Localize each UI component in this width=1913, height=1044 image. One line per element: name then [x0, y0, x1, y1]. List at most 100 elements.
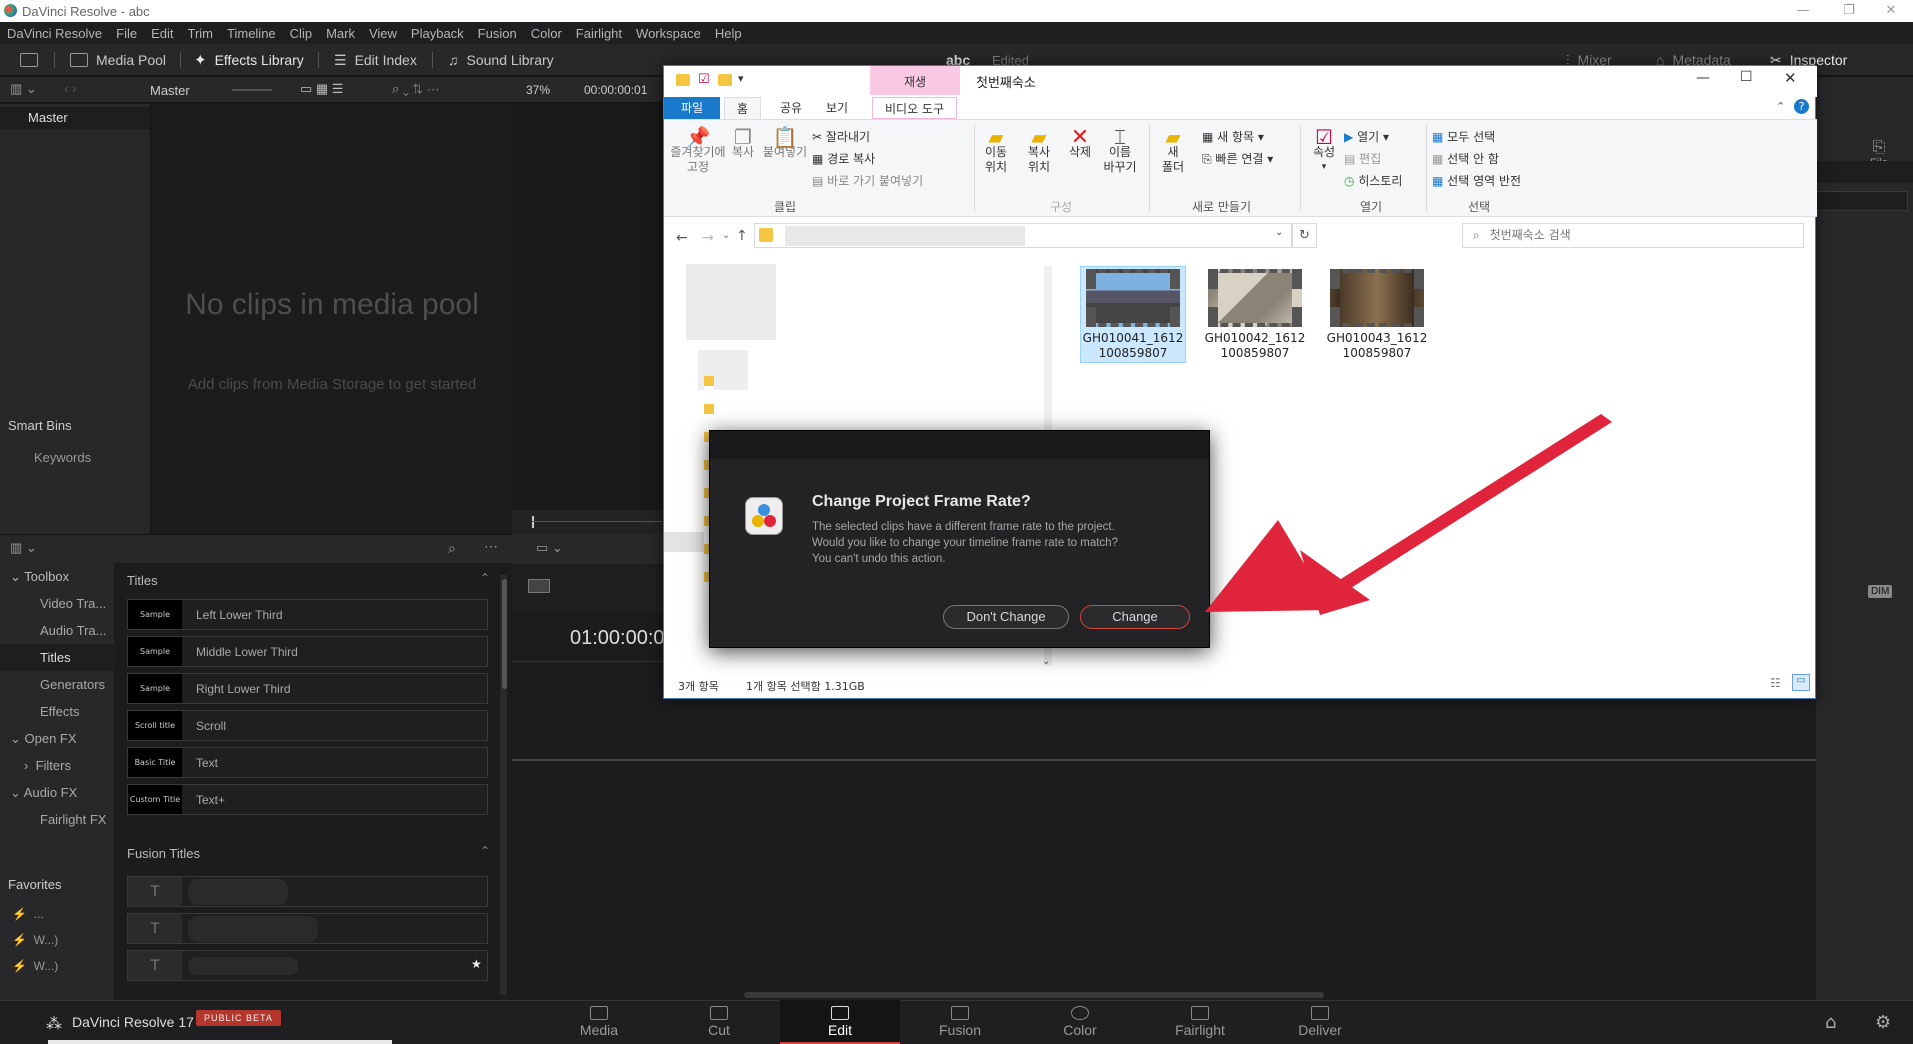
close-button[interactable]: ✕	[1868, 0, 1913, 22]
audio-fx-heading[interactable]: ⌄ Audio FX	[0, 779, 114, 806]
fusion-title-item[interactable]: T	[127, 913, 488, 944]
page-cut[interactable]: Cut	[659, 1000, 779, 1044]
toolbox-audio-transitions[interactable]: Audio Tra...	[0, 617, 114, 644]
menu-fusion[interactable]: Fusion	[471, 26, 524, 41]
filters-item[interactable]: › Filters	[0, 752, 114, 779]
favorite-item[interactable]: ⚡ W...)	[12, 959, 58, 973]
back-arrow-icon[interactable]: ←	[676, 230, 688, 246]
edit-index-button[interactable]: ☰ Edit Index	[334, 44, 417, 76]
open-button[interactable]: ▶ 열기 ▾	[1344, 128, 1389, 145]
invert-selection-button[interactable]: ▦ 선택 영역 반전	[1432, 172, 1521, 189]
menu-color[interactable]: Color	[524, 26, 569, 41]
menu-edit[interactable]: Edit	[144, 26, 180, 41]
viewer-scrubber[interactable]	[512, 510, 664, 534]
menu-workspace[interactable]: Workspace	[629, 26, 708, 41]
search-box[interactable]: ⌕ 첫번째숙소 검색	[1462, 223, 1804, 248]
timeline-view-icon[interactable]	[528, 579, 550, 593]
page-deliver[interactable]: Deliver	[1260, 1000, 1380, 1044]
title-item[interactable]: Sample Right Lower Third	[127, 673, 488, 704]
zoom-level[interactable]: 37%	[526, 83, 550, 97]
zoom-slider[interactable]	[232, 89, 272, 91]
cut-button[interactable]: ✂ 잘라내기	[812, 128, 870, 145]
toolbox-heading[interactable]: ⌄ Toolbox	[0, 563, 114, 590]
view-mode-icons[interactable]: ▭ ▦ ☰	[300, 81, 343, 97]
home-icon[interactable]: ⌂	[1825, 1012, 1836, 1033]
address-bar[interactable]: ⌄	[754, 223, 1292, 248]
nav-arrows-icon[interactable]: ‹ ›	[64, 81, 76, 96]
dim-button[interactable]: DIM	[1868, 585, 1893, 598]
menu-fairlight[interactable]: Fairlight	[569, 26, 629, 41]
media-pool-area[interactable]: No clips in media pool Add clips from Me…	[150, 104, 512, 534]
explorer-minimize-button[interactable]: —	[1696, 70, 1710, 86]
recent-dropdown-icon[interactable]: ⌄	[722, 230, 730, 241]
delete-button[interactable]: ✕ 삭제	[1064, 127, 1096, 160]
move-to-button[interactable]: ▰ 이동 위치	[976, 127, 1016, 175]
tab-file[interactable]: 파일	[664, 97, 720, 119]
explorer-maximize-button[interactable]: ☐	[1740, 69, 1753, 85]
menu-help[interactable]: Help	[708, 26, 749, 41]
refresh-icon[interactable]: ↻	[1292, 223, 1317, 248]
large-icons-view-icon[interactable]: ▭	[1792, 674, 1810, 691]
page-color[interactable]: Color	[1020, 1000, 1140, 1044]
restore-button[interactable]: ❐	[1826, 0, 1872, 22]
minimize-button[interactable]: —	[1780, 0, 1826, 22]
titles-scrollbar[interactable]	[502, 579, 507, 689]
toolbox-titles[interactable]: Titles	[0, 644, 114, 671]
panel-toggle-icon[interactable]: ▥ ⌄	[10, 540, 37, 556]
sound-library-button[interactable]: ♫ Sound Library	[448, 44, 554, 76]
title-item[interactable]: Sample Left Lower Third	[127, 599, 488, 630]
forward-arrow-icon[interactable]: →	[702, 230, 714, 246]
copy-to-button[interactable]: ▰ 복사 위치	[1016, 127, 1062, 175]
collapse-icon[interactable]: ⌃	[480, 844, 490, 858]
address-dropdown-icon[interactable]: ⌄	[1275, 227, 1283, 238]
video-file-item[interactable]: GH010041_1612 100859807	[1080, 269, 1186, 361]
menu-clip[interactable]: Clip	[283, 26, 319, 41]
nav-scroll-down-icon[interactable]: ⌄	[1042, 656, 1050, 667]
menu-trim[interactable]: Trim	[181, 26, 221, 41]
menu-timeline[interactable]: Timeline	[220, 26, 283, 41]
fusion-title-item[interactable]: T	[127, 876, 488, 907]
edit-button[interactable]: ▤ 편집	[1344, 150, 1381, 167]
more-options-icon[interactable]: ⋯	[484, 538, 498, 555]
page-edit[interactable]: Edit	[780, 1000, 900, 1044]
favorite-star-icon[interactable]: ★	[471, 957, 482, 971]
favorite-item[interactable]: ⚡ W...)	[12, 933, 58, 947]
tab-view[interactable]: 보기	[814, 97, 860, 119]
toolbox-generators[interactable]: Generators	[0, 671, 114, 698]
toolbox-effects[interactable]: Effects	[0, 698, 114, 725]
title-item[interactable]: Basic Title Text	[127, 747, 488, 778]
copy-path-button[interactable]: ▦ 경로 복사	[812, 150, 875, 167]
ribbon-collapse-icon[interactable]: ⌃	[1776, 100, 1785, 113]
tab-share[interactable]: 공유	[768, 97, 814, 119]
title-item[interactable]: Scroll title Scroll	[127, 710, 488, 741]
pin-to-quick-access-button[interactable]: 📌 즐겨찾기에 고정	[670, 127, 726, 175]
transform-icon[interactable]: ▭ ⌄	[536, 540, 563, 556]
search-icon[interactable]: ⌕ ⌄ ⇅ ⋯	[392, 81, 440, 97]
new-folder-quick-icon[interactable]	[718, 74, 732, 86]
paste-button[interactable]: 📋 붙여넣기	[760, 127, 810, 160]
monitor-icon[interactable]	[20, 44, 38, 76]
title-item[interactable]: Custom Title Text+	[127, 784, 488, 815]
new-item-button[interactable]: ▦ 새 항목 ▾	[1202, 128, 1264, 145]
tab-video-tools[interactable]: 비디오 도구	[872, 97, 958, 119]
page-media[interactable]: Media	[539, 1000, 659, 1044]
toolbox-video-transitions[interactable]: Video Tra...	[0, 590, 114, 617]
dont-change-button[interactable]: Don't Change	[943, 605, 1069, 629]
panel-toggle-icon[interactable]: ▥ ⌄	[10, 81, 37, 97]
page-fusion[interactable]: Fusion	[900, 1000, 1020, 1044]
keywords-bin[interactable]: Keywords	[34, 450, 91, 465]
menu-davinci[interactable]: DaVinci Resolve	[0, 26, 109, 41]
menu-view[interactable]: View	[362, 26, 404, 41]
select-all-button[interactable]: ▦ 모두 선택	[1432, 128, 1495, 145]
favorite-item[interactable]: ⚡ ...	[12, 907, 44, 921]
media-pool-button[interactable]: Media Pool	[70, 44, 166, 76]
properties-quick-icon[interactable]: ☑	[698, 72, 710, 87]
help-icon[interactable]: ?	[1794, 99, 1809, 114]
timeline-scrollbar[interactable]	[744, 992, 1324, 998]
easy-access-button[interactable]: ⎘ 빠른 연결 ▾	[1202, 150, 1273, 167]
bin-master[interactable]: Master	[0, 107, 150, 129]
change-button[interactable]: Change	[1080, 605, 1190, 629]
select-none-button[interactable]: ▦ 선택 안 함	[1432, 150, 1499, 167]
settings-gear-icon[interactable]: ⚙	[1875, 1012, 1891, 1033]
video-file-item[interactable]: GH010043_1612 100859807	[1324, 269, 1430, 361]
